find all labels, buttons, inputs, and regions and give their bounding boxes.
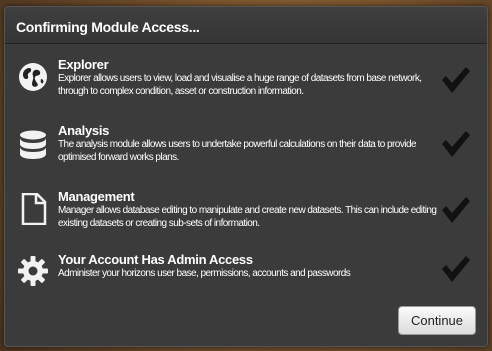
checkmark-icon [442, 131, 470, 157]
document-icon [21, 193, 47, 225]
module-name: Management [58, 189, 135, 204]
gear-icon [18, 256, 48, 286]
module-description: Explorer allows users to view, load and … [58, 73, 422, 97]
module-explorer: Explorer Explorer allows users to view, … [5, 57, 489, 117]
module-description: Manager allows database editing to manip… [58, 205, 437, 229]
module-analysis: Analysis The analysis module allows user… [5, 123, 489, 183]
globe-icon [19, 63, 47, 91]
continue-button[interactable]: Continue [398, 306, 476, 335]
module-name: Explorer [58, 57, 109, 72]
checkmark-icon [442, 256, 470, 282]
checkmark-icon [442, 67, 470, 93]
module-admin-access: Your Account Has Admin Access Administer… [5, 252, 489, 312]
checkmark-icon [442, 197, 470, 223]
dialog-title: Confirming Module Access... [5, 7, 487, 44]
module-name: Your Account Has Admin Access [58, 252, 253, 267]
module-description: Administer your horizons user base, perm… [58, 268, 351, 279]
database-icon [20, 130, 46, 159]
module-name: Analysis [58, 123, 110, 138]
module-description: The analysis module allows users to unde… [58, 139, 417, 163]
module-access-dialog: Confirming Module Access... Explorer Exp… [4, 6, 488, 347]
module-management: Management Manager allows database editi… [5, 189, 489, 249]
